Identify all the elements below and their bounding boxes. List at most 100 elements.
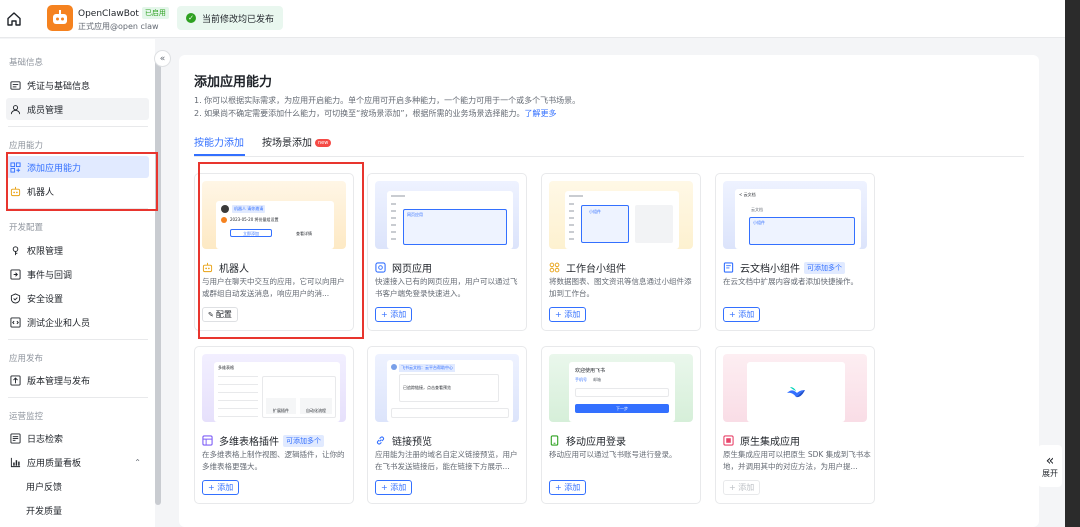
mobile-icon xyxy=(549,435,560,446)
chevron-up-icon[interactable]: ⌃ xyxy=(134,458,141,467)
card-title: 工作台小组件 xyxy=(549,260,626,275)
card-title: 链接预览 xyxy=(375,433,432,448)
login-mockup: 欢迎使用飞书 手机号 邮箱 下一步 xyxy=(569,362,675,422)
sidebar-section-title: 应用发布 xyxy=(9,354,44,364)
add-button[interactable]: + 添加 xyxy=(202,480,240,495)
mock-text: 网页应用 xyxy=(407,212,423,217)
divider xyxy=(8,397,148,398)
sidebar-item-events[interactable]: 事件与回调 xyxy=(6,263,149,285)
double-chevron-left-icon: « xyxy=(159,53,166,64)
card-title-text: 多维表格插件 xyxy=(219,437,279,448)
divider xyxy=(8,126,148,127)
mock-text: 多维表格 xyxy=(218,365,234,370)
capability-card-web[interactable]: 网页应用 网页应用 快速接入已有的网页应用，用户可以通过飞书客户端免登录快速进入… xyxy=(367,173,527,331)
card-title-text: 云文档小组件 xyxy=(740,264,800,275)
capability-card-widget[interactable]: 小组件 工作台小组件 将数据图表、图文资讯等信息通过小组件添加到工作台。 + 添… xyxy=(541,173,701,331)
mock-text: 小组件 xyxy=(753,220,765,225)
mock-text: < 云文档 xyxy=(739,192,756,197)
sidebar-section-title: 运营监控 xyxy=(9,412,44,422)
tab-by-scenario[interactable]: 按场景添加 new xyxy=(262,134,332,149)
card-description: 应用能为注册的域名自定义链接预览，用户在飞书发送链接后，能在链接下方展示... xyxy=(375,450,518,471)
chart-icon xyxy=(10,457,21,467)
multi-add-tag: 可添加多个 xyxy=(283,434,324,447)
sidebar-item-versions[interactable]: 版本管理与发布 xyxy=(6,369,149,391)
card-description: 原生集成应用可以把原生 SDK 集成到飞书本地，并调用其中的对应方法，为用户提.… xyxy=(723,450,871,471)
capability-card-native-app[interactable]: 原生集成应用 原生集成应用可以把原生 SDK 集成到飞书本地，并调用其中的对应方… xyxy=(715,346,875,504)
collapse-sidebar-button[interactable]: « xyxy=(154,50,171,67)
add-button[interactable]: + 添加 xyxy=(549,480,587,495)
widget-icon xyxy=(549,262,560,273)
sidebar-item-permissions[interactable]: 权限管理 xyxy=(6,239,149,261)
sidebar-item-test-org[interactable]: 测试企业和人员 xyxy=(6,311,149,333)
mock-text: 已追踪链接，点击查看预览 xyxy=(403,385,451,390)
link-mockup: 飞书云文档：云平台帮助中心 已追踪链接，点击查看预览 xyxy=(387,360,513,422)
table-icon xyxy=(202,435,213,446)
native-icon xyxy=(723,435,734,446)
card-title-text: 链接预览 xyxy=(392,437,432,448)
add-button: + 添加 xyxy=(723,480,761,495)
mock-text: 云文档 xyxy=(751,207,763,212)
app-status-badge: 已启用 xyxy=(141,7,169,19)
check-icon: ✓ xyxy=(186,13,196,23)
add-button[interactable]: + 添加 xyxy=(549,307,587,322)
sidebar-item-security[interactable]: 安全设置 xyxy=(6,287,149,309)
card-description: 将数据图表、图文资讯等信息通过小组件添加到工作台。 xyxy=(549,277,692,298)
double-chevron-left-icon: « xyxy=(1045,452,1055,469)
sidebar-item-quality-board[interactable]: 应用质量看板 ⌃ xyxy=(6,451,149,473)
description-line-2: 2. 如果尚不确定需要添加什么能力，可切换至“按场景添加”，根据所需的业务场景选… xyxy=(194,109,557,118)
learn-more-link[interactable]: 了解更多 xyxy=(524,109,556,118)
mock-text: 欢迎使用飞书 xyxy=(575,368,606,374)
sidebar-item-credentials[interactable]: 凭证与基础信息 xyxy=(6,74,149,96)
card-title: 原生集成应用 xyxy=(723,433,800,448)
card-preview: < 云文档 云文档 小组件 xyxy=(723,181,867,249)
sidebar-item-label: 用户反馈 xyxy=(26,482,63,493)
home-icon[interactable] xyxy=(6,11,22,27)
add-button[interactable]: + 添加 xyxy=(375,480,413,495)
log-icon xyxy=(10,432,21,444)
lark-logo-icon xyxy=(787,387,805,398)
add-button[interactable]: + 添加 xyxy=(723,307,761,322)
card-preview: 多维表格 扩展插件 自动化流程 xyxy=(202,354,346,422)
highlight-box xyxy=(6,152,158,211)
expand-label: 展开 xyxy=(1042,468,1058,478)
mock-text: 下一步 xyxy=(575,404,669,413)
tab-by-capability[interactable]: 按能力添加 xyxy=(194,134,244,149)
mock-text: 飞书云文档：云平台帮助中心 xyxy=(399,364,455,372)
sidebar-item-user-feedback[interactable]: 用户反馈 xyxy=(6,475,149,497)
card-description: 移动应用可以通过飞书账号进行登录。 xyxy=(549,450,677,459)
multi-add-tag: 可添加多个 xyxy=(804,261,845,274)
card-title-text: 移动应用登录 xyxy=(566,437,626,448)
event-icon xyxy=(10,268,21,280)
app-name: OpenClawBot 已启用 xyxy=(78,7,169,19)
card-title: 网页应用 xyxy=(375,260,432,275)
capability-card-bitable-plugin[interactable]: 多维表格 扩展插件 自动化流程 多维表格插件 可添加多个 在多维表格上制作视图、… xyxy=(194,346,354,504)
sidebar-item-label: 日志检索 xyxy=(27,434,64,445)
sidebar-scrollbar[interactable] xyxy=(155,60,161,505)
widget-mockup: 小组件 xyxy=(565,191,679,249)
sidebar-item-label: 权限管理 xyxy=(27,246,64,257)
code-icon xyxy=(10,316,21,328)
sidebar-item-label: 成员管理 xyxy=(27,105,64,116)
credential-icon xyxy=(10,80,21,90)
mock-text: 自动化流程 xyxy=(300,398,332,414)
active-tab-indicator xyxy=(194,154,245,156)
sidebar-item-members[interactable]: 成员管理 xyxy=(6,98,149,120)
page-title: 添加应用能力 xyxy=(194,75,273,90)
sidebar: 基础信息 凭证与基础信息 成员管理 应用能力 添加应用能力 机器人 开发配置 权… xyxy=(0,39,155,527)
capability-card-link-preview[interactable]: 飞书云文档：云平台帮助中心 已追踪链接，点击查看预览 链接预览 应用能为注册的域… xyxy=(367,346,527,504)
card-title-text: 原生集成应用 xyxy=(740,437,800,448)
capability-card-doc-widget[interactable]: < 云文档 云文档 小组件 云文档小组件 可添加多个 在云文档中扩展内容或者添加… xyxy=(715,173,875,331)
card-preview xyxy=(723,354,867,422)
capability-card-mobile-login[interactable]: 欢迎使用飞书 手机号 邮箱 下一步 移动应用登录 移动应用可以通过飞书账号进行登… xyxy=(541,346,701,504)
mock-text: 扩展插件 xyxy=(266,398,296,414)
publish-status-text: 当前修改均已发布 xyxy=(202,14,275,25)
sidebar-item-dev-quality[interactable]: 开发质量 xyxy=(6,499,149,521)
sidebar-section-title: 应用能力 xyxy=(9,141,44,151)
card-title: 云文档小组件 可添加多个 xyxy=(723,260,845,275)
sidebar-item-logs[interactable]: 日志检索 xyxy=(6,427,149,449)
description-line-1: 1. 你可以根据实际需求，为应用开启能力。单个应用可开启多种能力，一个能力可用于… xyxy=(194,96,581,105)
expand-button[interactable]: « 展开 xyxy=(1038,445,1062,487)
add-button[interactable]: + 添加 xyxy=(375,307,413,322)
card-description: 在多维表格上制作视图、逻辑插件，让你的多维表格更强大。 xyxy=(202,450,345,471)
card-description: 快速接入已有的网页应用，用户可以通过飞书客户端免登录快速进入。 xyxy=(375,277,518,298)
